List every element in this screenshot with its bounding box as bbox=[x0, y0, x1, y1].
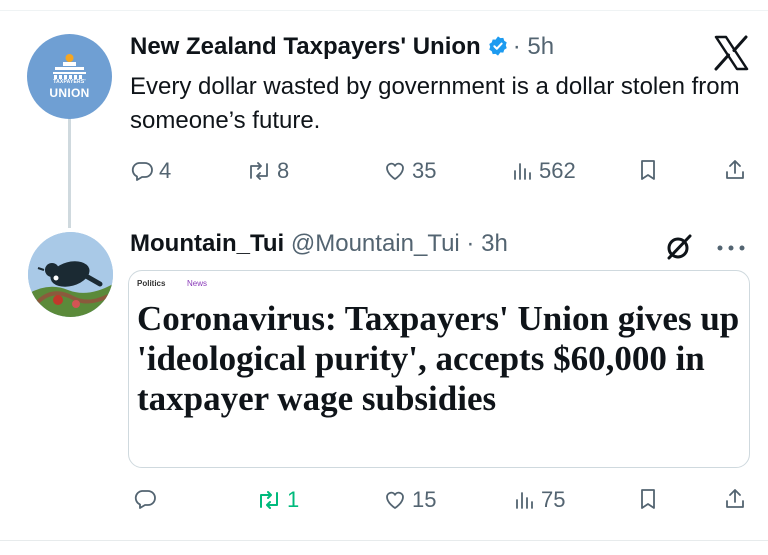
like-count: 15 bbox=[412, 487, 437, 512]
share-icon bbox=[726, 160, 744, 179]
avatar-mountain-tui[interactable] bbox=[28, 232, 113, 317]
avatar-text-big: UNION bbox=[49, 86, 90, 100]
post2-handle-time[interactable]: @Mountain_Tui · 3h bbox=[291, 230, 508, 257]
like-count: 35 bbox=[412, 158, 437, 183]
views-icon bbox=[516, 492, 533, 509]
link-preview-card[interactable]: Politics News Coronavirus: Taxpayers' Un… bbox=[128, 270, 750, 468]
bottom-divider bbox=[0, 540, 768, 541]
reply-button[interactable] bbox=[133, 487, 162, 511]
repost-button[interactable]: 8 bbox=[246, 158, 289, 184]
like-button[interactable]: 35 bbox=[383, 158, 436, 184]
top-divider bbox=[0, 10, 768, 11]
avatar-taxpayers-union[interactable]: TAXPAYERS' UNION bbox=[27, 34, 112, 119]
repost-icon bbox=[250, 162, 268, 180]
card-tag-section: Politics bbox=[137, 279, 166, 288]
post1-text: Every dollar wasted by government is a d… bbox=[130, 73, 740, 134]
post2-display-name[interactable]: Mountain_Tui bbox=[130, 230, 284, 257]
more-icon[interactable] bbox=[713, 240, 749, 251]
reply-icon bbox=[131, 162, 153, 181]
reply-count: 4 bbox=[159, 158, 172, 183]
post1-header: New Zealand Taxpayers' Union · 5h bbox=[130, 33, 554, 64]
post1-display-name[interactable]: New Zealand Taxpayers' Union bbox=[130, 33, 481, 60]
repost-count: 8 bbox=[277, 158, 290, 183]
like-icon bbox=[386, 162, 404, 180]
bookmark-icon bbox=[641, 160, 655, 180]
verified-badge-icon bbox=[487, 35, 509, 64]
bookmark-icon bbox=[641, 489, 655, 509]
repost-icon bbox=[260, 491, 278, 509]
card-tag-category: News bbox=[187, 279, 208, 288]
post2-header: Mountain_Tui @Mountain_Tui · 3h bbox=[130, 230, 508, 258]
grok-icon[interactable] bbox=[664, 232, 694, 262]
post1-time[interactable]: · 5h bbox=[513, 33, 554, 60]
post1-action-bar: 4 8 35 562 bbox=[0, 158, 768, 188]
views-button[interactable]: 562 bbox=[510, 158, 576, 184]
tui-bird-image bbox=[28, 232, 113, 317]
parliament-dome-icon bbox=[53, 54, 86, 79]
x-logo-icon bbox=[712, 34, 750, 72]
repost-button[interactable]: 1 bbox=[256, 487, 299, 513]
share-icon bbox=[726, 489, 744, 508]
views-icon bbox=[514, 163, 531, 180]
repost-count: 1 bbox=[287, 487, 300, 512]
view-count: 562 bbox=[539, 158, 576, 183]
share-button[interactable] bbox=[723, 158, 747, 182]
bookmark-button[interactable] bbox=[636, 487, 660, 511]
view-count: 75 bbox=[541, 487, 566, 512]
reply-button[interactable]: 4 bbox=[130, 158, 171, 184]
bookmark-button[interactable] bbox=[636, 158, 660, 182]
reply-icon bbox=[134, 490, 156, 509]
post2-action-bar: 1 15 75 bbox=[0, 487, 768, 517]
like-button[interactable]: 15 bbox=[383, 487, 436, 513]
share-button[interactable] bbox=[723, 487, 747, 511]
like-icon bbox=[386, 491, 404, 509]
views-button[interactable]: 75 bbox=[512, 487, 565, 513]
card-headline: Coronavirus: Taxpayers' Union gives up '… bbox=[137, 299, 740, 418]
avatar-text-small: TAXPAYERS' bbox=[53, 79, 86, 85]
